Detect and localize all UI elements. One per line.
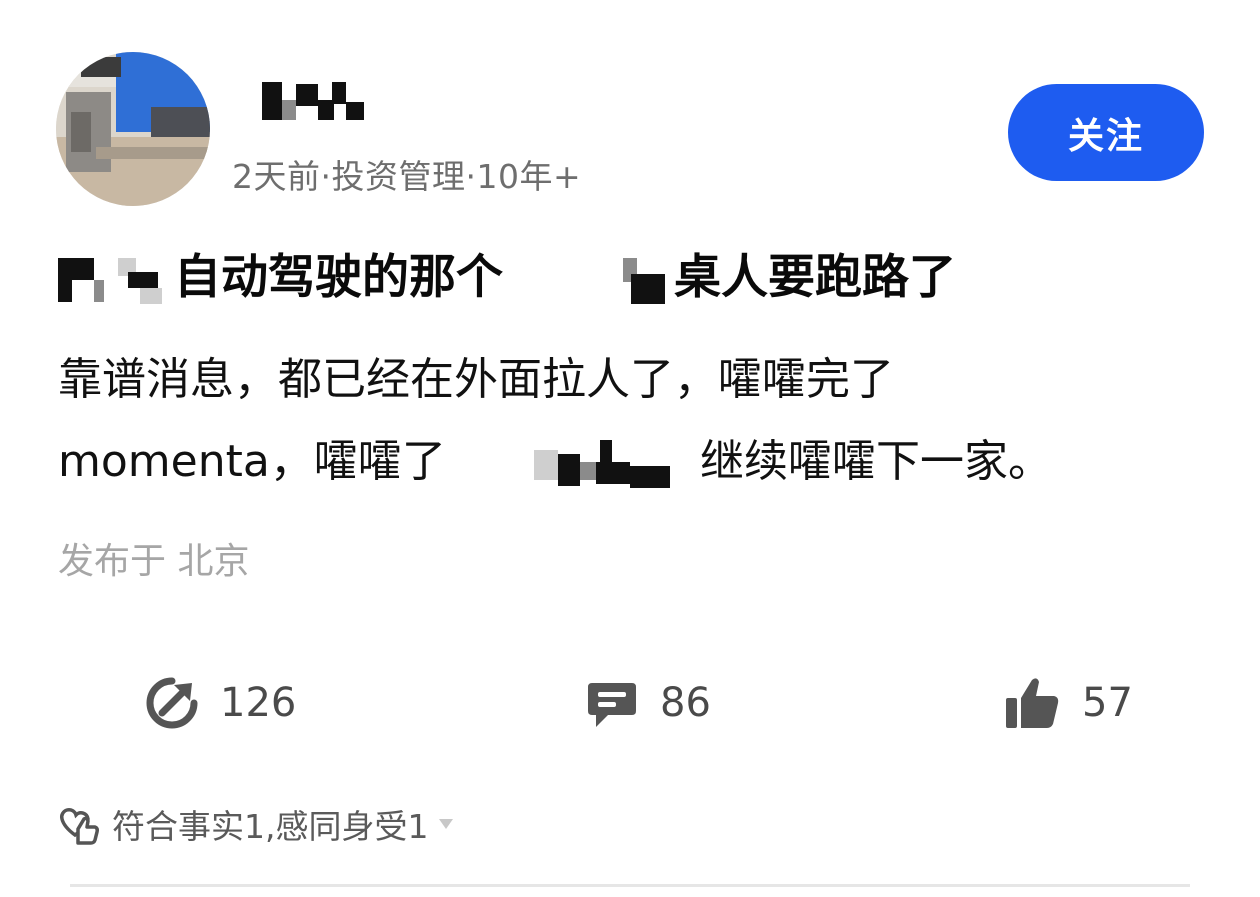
thumbs-up-icon [1004, 676, 1060, 730]
comment-icon [586, 677, 638, 729]
post-location: 发布于 北京 [58, 541, 250, 582]
title-redaction-1 [58, 258, 170, 304]
share-count: 126 [220, 680, 297, 726]
post-body-line-2: momenta，嚯嚯了 继续嚯嚯下一家。 [58, 432, 1158, 492]
avatar[interactable] [56, 52, 210, 206]
title-redaction-2 [623, 258, 665, 304]
title-text-2: 桌人要跑路了 [674, 250, 956, 305]
chevron-down-icon [436, 814, 456, 834]
share-button[interactable]: 126 [146, 668, 296, 738]
reactions-text: 符合事实1,感同身受1 [112, 807, 429, 846]
follow-button[interactable]: 关注 [1008, 84, 1204, 181]
title-text-1: 自动驾驶的那个 [174, 250, 503, 305]
post-body-text-2b: 继续嚯嚯下一家。 [700, 436, 1052, 487]
post-meta: 2天前·投资管理·10年+ [232, 157, 582, 196]
post-body-text-2a: momenta，嚯嚯了 [58, 436, 446, 487]
like-count: 57 [1082, 680, 1133, 726]
comment-button[interactable]: 86 [586, 668, 711, 738]
share-icon [146, 677, 198, 729]
avatar-photo [56, 52, 210, 206]
divider [70, 884, 1190, 887]
like-button[interactable]: 57 [1004, 668, 1133, 738]
reaction-icon [58, 803, 100, 845]
body-redaction [534, 440, 724, 488]
post-title[interactable]: 自动驾驶的那个 桌人要跑路了 [58, 246, 958, 310]
reactions-summary[interactable]: 符合事实1,感同身受1 [58, 800, 456, 848]
username-redacted[interactable] [262, 82, 364, 122]
post-body-line-1: 靠谱消息，都已经在外面拉人了，嚯嚯完了 [58, 354, 894, 405]
comment-count: 86 [660, 680, 711, 726]
